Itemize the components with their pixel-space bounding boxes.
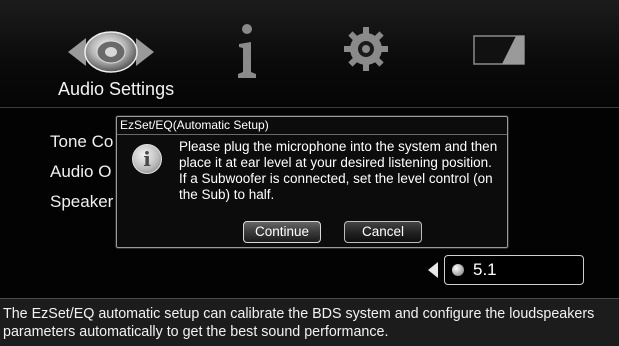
info-icon[interactable] xyxy=(232,22,262,82)
dialog-title-divider xyxy=(117,134,507,135)
menu-item-speaker[interactable]: Speaker xyxy=(50,192,113,212)
settings-header: Audio Settings xyxy=(0,0,619,109)
dialog-message: Please plug the microphone into the syst… xyxy=(179,139,498,202)
display-icon[interactable] xyxy=(472,30,528,70)
radio-dot-icon xyxy=(452,264,464,276)
gear-icon[interactable] xyxy=(343,26,389,72)
help-text: The EzSet/EQ automatic setup can calibra… xyxy=(3,306,595,340)
page-title: Audio Settings xyxy=(58,79,175,99)
menu-item-audio-output[interactable]: Audio O xyxy=(50,162,111,182)
cancel-button[interactable]: Cancel xyxy=(344,221,422,243)
info-bubble-icon: i xyxy=(132,144,162,174)
settings-screen: Audio Settings Tone Co Audio O Speaker 5… xyxy=(0,0,619,346)
ezset-eq-dialog: EzSet/EQ(Automatic Setup) i Please plug … xyxy=(116,116,508,248)
dialog-title: EzSet/EQ(Automatic Setup) xyxy=(120,118,269,132)
speaker-config-selector[interactable]: 5.1 xyxy=(444,255,584,285)
selector-value: 5.1 xyxy=(473,260,497,279)
info-glyph: i xyxy=(143,147,151,171)
help-footer: The EzSet/EQ automatic setup can calibra… xyxy=(0,298,619,346)
continue-button[interactable]: Continue xyxy=(243,221,321,243)
left-arrow-icon[interactable] xyxy=(428,262,438,278)
menu-item-tone-control[interactable]: Tone Co xyxy=(50,132,113,152)
speaker-icon[interactable] xyxy=(66,30,156,74)
